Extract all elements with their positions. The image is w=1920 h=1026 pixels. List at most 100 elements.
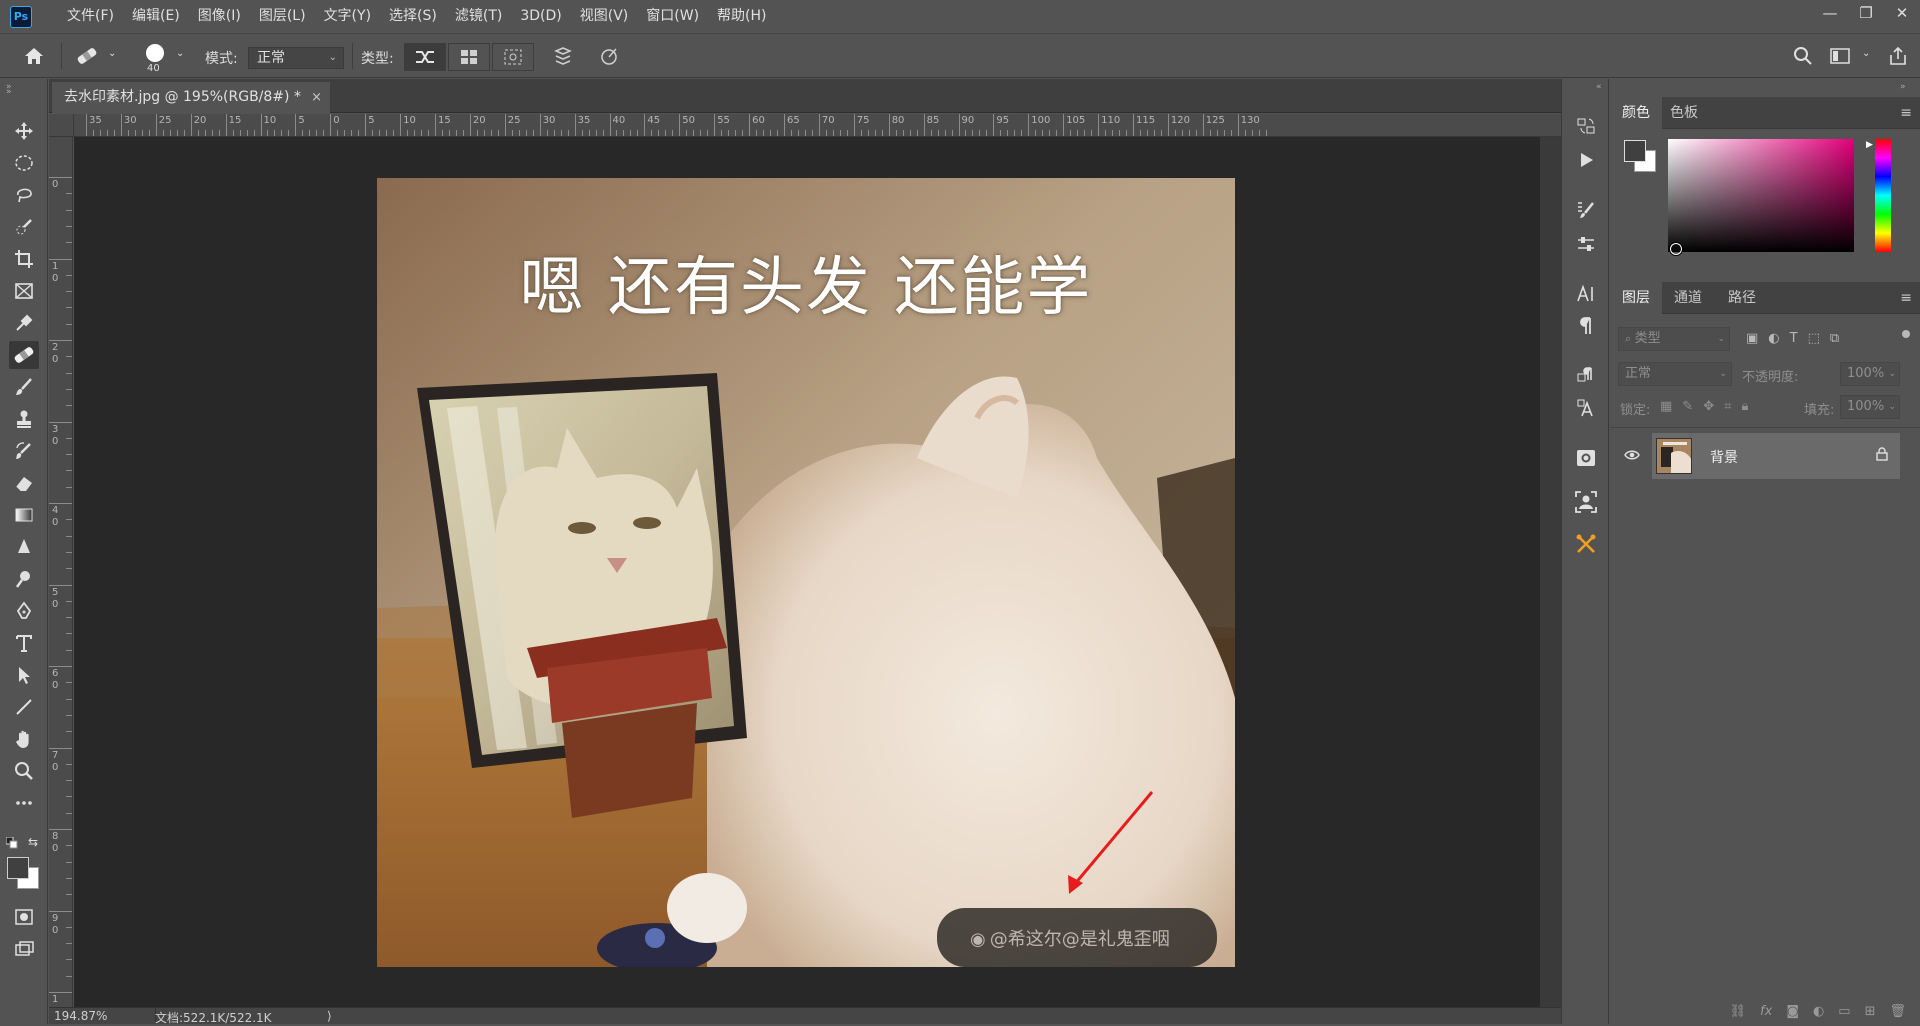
- filter-pixel-icon[interactable]: ▣: [1746, 331, 1758, 346]
- tab-swatches[interactable]: 色板: [1658, 97, 1710, 129]
- vertical-ruler[interactable]: 0 10 20 30 40 50 60 70 80 90 100: [49, 137, 73, 1007]
- color-picker-cursor[interactable]: [1670, 243, 1682, 255]
- zoom-tool[interactable]: [9, 757, 39, 785]
- minimize-button[interactable]: —: [1812, 0, 1848, 26]
- panel-foreground-swatch[interactable]: [1624, 140, 1646, 162]
- panel-menu-icon[interactable]: ≡: [1900, 105, 1912, 121]
- character-panel-button[interactable]: [1573, 281, 1599, 307]
- share-button[interactable]: [1884, 43, 1912, 69]
- lock-position-icon[interactable]: ✥: [1703, 399, 1714, 414]
- layer-fx-icon[interactable]: fx: [1760, 1004, 1772, 1019]
- mode-select[interactable]: 正常 ⌄: [248, 47, 344, 69]
- menu-view[interactable]: 视图(V): [571, 0, 638, 33]
- move-tool[interactable]: [9, 117, 39, 145]
- adjustments-button[interactable]: [1573, 231, 1599, 257]
- hue-slider[interactable]: [1875, 139, 1891, 252]
- chevron-down-icon[interactable]: ⌄: [108, 48, 116, 59]
- filter-type-icon[interactable]: T: [1790, 331, 1798, 346]
- dodge-tool[interactable]: [9, 565, 39, 593]
- lasso-tool[interactable]: [9, 181, 39, 209]
- new-adjustment-icon[interactable]: ◐: [1813, 1004, 1824, 1019]
- blur-tool[interactable]: [9, 533, 39, 561]
- collapse-panels-icon[interactable]: «: [1596, 82, 1602, 92]
- screen-mode-button[interactable]: [9, 935, 39, 963]
- brush-tool[interactable]: [9, 373, 39, 401]
- eyedropper-tool[interactable]: [9, 309, 39, 337]
- link-layers-icon[interactable]: ⛓: [1730, 1004, 1747, 1019]
- fill-input[interactable]: 100% ⌄: [1840, 395, 1900, 419]
- filter-toggle[interactable]: [1902, 330, 1910, 338]
- frame-tool[interactable]: [9, 277, 39, 305]
- close-tab-button[interactable]: ×: [311, 82, 322, 113]
- chevron-down-icon[interactable]: ⌄: [1862, 48, 1870, 59]
- menu-3d[interactable]: 3D(D): [511, 0, 570, 33]
- foreground-color-swatch[interactable]: [7, 857, 29, 879]
- tab-channels[interactable]: 通道: [1662, 282, 1714, 314]
- lock-artboard-icon[interactable]: ⌗: [1724, 399, 1731, 414]
- crop-tool[interactable]: [9, 245, 39, 273]
- filter-shape-icon[interactable]: ⬚: [1808, 331, 1820, 346]
- menu-type[interactable]: 文字(Y): [315, 0, 380, 33]
- actions-panel-button[interactable]: [1573, 147, 1599, 173]
- gradient-tool[interactable]: [9, 501, 39, 529]
- clone-stamp-tool[interactable]: [9, 405, 39, 433]
- menu-edit[interactable]: 编辑(E): [123, 0, 189, 33]
- add-mask-icon[interactable]: ◙: [1786, 1004, 1799, 1019]
- pen-tool[interactable]: [9, 597, 39, 625]
- menu-file[interactable]: 文件(F): [58, 0, 123, 33]
- collapse-chevron-icon[interactable]: »: [6, 87, 12, 97]
- menu-image[interactable]: 图像(I): [189, 0, 250, 33]
- horizontal-ruler[interactable]: 35 30 25 20 15 10 5 0 5 10 15 20 25 30 35 40 45 50 55 60 65 7…: [74, 114, 1561, 137]
- quick-mask-button[interactable]: [9, 903, 39, 931]
- tab-color[interactable]: 颜色: [1610, 97, 1662, 129]
- search-button[interactable]: [1789, 43, 1817, 69]
- type-content-aware-button[interactable]: [404, 43, 446, 71]
- marquee-tool[interactable]: [9, 149, 39, 177]
- type-create-texture-button[interactable]: [448, 43, 490, 71]
- layer-row[interactable]: 背景: [1652, 433, 1900, 479]
- swap-colors-icon[interactable]: ⇆: [28, 835, 38, 849]
- spot-healing-brush-tool[interactable]: [9, 341, 39, 369]
- path-selection-tool[interactable]: [9, 661, 39, 689]
- close-window-button[interactable]: ✕: [1884, 0, 1920, 26]
- new-layer-icon[interactable]: ⊞: [1865, 1004, 1876, 1019]
- properties-panel-button[interactable]: [1573, 445, 1599, 471]
- default-colors-icon[interactable]: [5, 836, 18, 852]
- paragraph-styles-button[interactable]: [1573, 363, 1599, 389]
- lock-all-icon[interactable]: 🔒︎: [1741, 399, 1748, 414]
- sample-all-layers-button[interactable]: [549, 43, 577, 69]
- layer-name[interactable]: 背景: [1710, 447, 1738, 467]
- more-tools-button[interactable]: [9, 789, 39, 817]
- document-image[interactable]: 嗯 还有头发 还能学 ◉ @希这尔@是礼鬼歪咽: [377, 178, 1235, 967]
- new-group-icon[interactable]: ▭: [1838, 1004, 1850, 1019]
- paragraph-panel-button[interactable]: [1573, 313, 1599, 339]
- delete-layer-icon[interactable]: 🗑︎: [1889, 1004, 1906, 1019]
- layer-filter-select[interactable]: ⌕ 类型 ⌄: [1618, 327, 1730, 351]
- person-panel-button[interactable]: [1573, 489, 1599, 515]
- blend-mode-select[interactable]: 正常 ⌄: [1618, 362, 1732, 386]
- layer-lock-icon[interactable]: [1876, 447, 1888, 464]
- vertical-scrollbar[interactable]: [1540, 137, 1561, 1007]
- menu-window[interactable]: 窗口(W): [637, 0, 708, 33]
- pressure-size-button[interactable]: [595, 43, 623, 69]
- lock-transparency-icon[interactable]: ▦: [1660, 399, 1672, 414]
- opacity-input[interactable]: 100% ⌄: [1840, 362, 1900, 386]
- lock-pixels-icon[interactable]: ✎: [1682, 399, 1693, 414]
- chevron-down-icon[interactable]: ⌄: [176, 48, 184, 59]
- tab-paths[interactable]: 路径: [1716, 282, 1768, 314]
- hand-tool[interactable]: [9, 725, 39, 753]
- restore-button[interactable]: ❐: [1848, 0, 1884, 26]
- collapse-panels-chevron-icon[interactable]: »: [1900, 82, 1906, 92]
- type-tool[interactable]: [9, 629, 39, 657]
- brush-settings-button[interactable]: [1573, 197, 1599, 223]
- tool-preset-picker[interactable]: [73, 43, 101, 69]
- status-menu-arrow-icon[interactable]: ⟩: [327, 1009, 332, 1023]
- history-brush-tool[interactable]: [9, 437, 39, 465]
- filter-smart-object-icon[interactable]: ⧉: [1830, 331, 1839, 346]
- document-tab[interactable]: 去水印素材.jpg @ 195%(RGB/8#) * ×: [52, 82, 330, 113]
- workspace-button[interactable]: [1826, 43, 1854, 69]
- filter-adjustment-icon[interactable]: ◐: [1768, 331, 1779, 346]
- hue-slider-marker-icon[interactable]: ▶: [1866, 140, 1873, 150]
- plugin-panel-button[interactable]: [1573, 531, 1599, 557]
- character-styles-button[interactable]: [1573, 395, 1599, 421]
